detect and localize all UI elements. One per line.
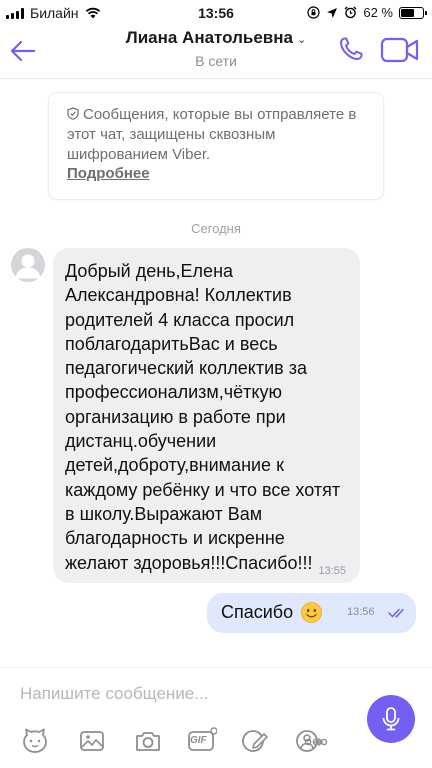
encryption-notice: Сообщения, которые вы отправляете в этот… <box>49 93 383 199</box>
smiling-face-emoji <box>301 602 323 623</box>
gif-label: GIF <box>190 735 207 746</box>
back-arrow-icon <box>10 40 36 62</box>
doodle-icon <box>242 730 268 752</box>
outgoing-message-content: Спасибо <box>221 602 323 623</box>
composer-toolbar: GIF <box>0 726 360 760</box>
location-icon <box>327 7 338 18</box>
camera-button[interactable] <box>133 726 163 756</box>
alarm-icon <box>344 6 357 19</box>
voice-message-button[interactable] <box>367 695 415 743</box>
header-divider <box>0 78 432 79</box>
online-status: В сети <box>195 53 237 69</box>
battery-icon <box>399 6 427 19</box>
gallery-button[interactable] <box>77 726 107 756</box>
outgoing-message-text: Спасибо <box>221 602 294 622</box>
chat-header: Лиана Анатольевна ⌄ В сети <box>0 26 432 78</box>
shield-icon <box>67 107 79 120</box>
video-camera-icon <box>380 37 419 63</box>
contact-info[interactable]: Лиана Анатольевна ⌄ В сети <box>100 28 332 69</box>
orientation-lock-icon <box>307 6 320 19</box>
chevron-down-icon: ⌄ <box>297 34 307 46</box>
outgoing-message[interactable]: Спасибо 13:56 <box>207 593 416 633</box>
encryption-text-wrap: Сообщения, которые вы отправляете в этот… <box>67 105 369 165</box>
microphone-icon <box>382 707 400 731</box>
learn-more-link[interactable]: Подробнее <box>67 165 369 182</box>
incoming-message-text: Добрый день,Елена Александровна! Коллект… <box>65 261 341 573</box>
status-bar: Билайн 13:56 62 % <box>0 0 432 26</box>
read-check-icon <box>388 608 404 618</box>
status-right: 62 % <box>307 5 427 20</box>
message-input[interactable]: Напишите сообщение... <box>20 684 340 704</box>
camera-icon <box>136 732 160 751</box>
avatar[interactable] <box>11 248 45 282</box>
video-call-button[interactable] <box>380 36 420 64</box>
call-button[interactable] <box>336 34 366 64</box>
sticker-icon <box>23 728 47 753</box>
battery-percent: 62 % <box>363 5 393 20</box>
gallery-icon <box>80 731 104 751</box>
encryption-text: Сообщения, которые вы отправляете в этот… <box>67 106 357 163</box>
composer-divider <box>0 667 432 668</box>
doodle-button[interactable] <box>240 726 270 756</box>
more-icon <box>304 738 328 746</box>
date-separator: Сегодня <box>191 221 241 236</box>
phone-icon <box>339 37 363 61</box>
battery-fill <box>401 8 415 17</box>
incoming-message-time: 13:55 <box>318 565 346 577</box>
default-avatar-icon <box>15 254 41 279</box>
contact-name: Лиана Анатольевна <box>125 28 293 47</box>
back-button[interactable] <box>8 36 38 66</box>
incoming-message[interactable]: Добрый день,Елена Александровна! Коллект… <box>53 248 360 583</box>
more-button[interactable] <box>301 726 329 756</box>
sticker-button[interactable] <box>20 726 50 756</box>
outgoing-message-time: 13:56 <box>347 606 375 618</box>
gif-button[interactable]: GIF <box>187 726 217 756</box>
